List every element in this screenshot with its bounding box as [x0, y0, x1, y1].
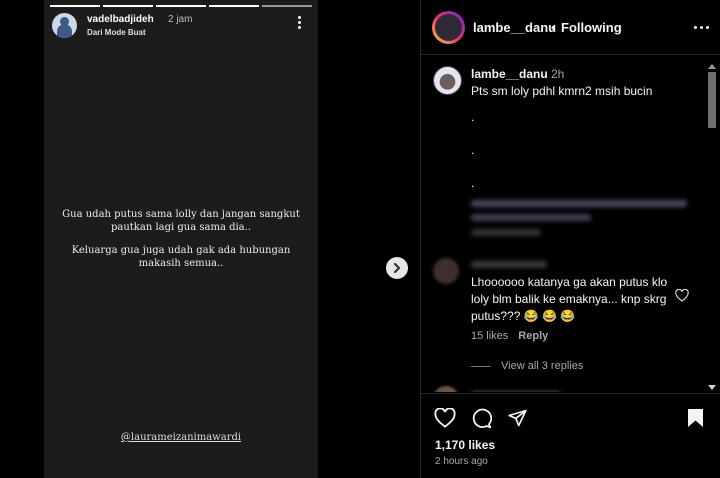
action-bar: 1,170 likes 2 hours ago	[421, 393, 720, 478]
story-username: vadelbadjideh	[87, 14, 154, 25]
story-paragraph-1: Gua udah putus sama lolly dan jangan san…	[62, 209, 300, 233]
comment-heart-icon[interactable]	[675, 289, 689, 302]
story-screenshot: vadelbadjideh 2 jam Dari Mode Buat Gua u…	[44, 0, 318, 478]
story-time: 2 jam	[168, 14, 193, 25]
story-text: Gua udah putus sama lolly dan jangan san…	[54, 208, 308, 280]
post-media: vadelbadjideh 2 jam Dari Mode Buat Gua u…	[0, 0, 420, 478]
caption-text: Pts sm loly pdhl kmrn2 msih bucin	[471, 84, 653, 98]
author-username[interactable]: lambe__danu	[473, 20, 556, 35]
comment-meta: 15 likes Reply	[471, 330, 548, 342]
caption-username[interactable]: lambe__danu	[471, 67, 548, 81]
scroll-down-arrow[interactable]	[708, 385, 716, 390]
reply-button[interactable]: Reply	[518, 330, 548, 342]
caption-avatar[interactable]	[433, 66, 462, 95]
chevron-right-icon	[393, 262, 401, 274]
caption-time: 2h	[551, 67, 565, 81]
view-replies-button[interactable]: View all 3 replies	[501, 360, 583, 372]
commenter-avatar[interactable]	[433, 258, 459, 284]
story-paragraph-2: Keluarga gua juga udah gak ada hubungan …	[71, 245, 291, 269]
following-button[interactable]: Following	[561, 20, 622, 35]
header-separator: •	[551, 20, 556, 35]
view-replies-line	[471, 366, 491, 367]
scroll-up-arrow[interactable]	[708, 64, 716, 69]
scroll-thumb[interactable]	[708, 72, 716, 128]
next-commenter-avatar[interactable]	[433, 386, 459, 392]
comment-text: Lhoooooo katanya ga akan putus klo loly …	[471, 275, 668, 323]
likes-count[interactable]: 1,170 likes	[435, 438, 495, 452]
comments-list[interactable]: lambe__danu 2h Pts sm loly pdhl kmrn2 ms…	[421, 56, 720, 392]
story-mention: @laurameizanimawardi	[120, 432, 242, 443]
author-avatar[interactable]	[432, 11, 465, 44]
more-options-icon[interactable]	[694, 26, 709, 29]
post-side-panel: lambe__danu • Following lambe__danu 2h P…	[420, 0, 720, 478]
posted-time: 2 hours ago	[435, 456, 488, 467]
post-header: lambe__danu • Following	[421, 0, 720, 55]
comment-likes[interactable]: 15 likes	[471, 330, 508, 342]
heart-icon[interactable]	[434, 408, 456, 428]
comment-icon[interactable]	[471, 408, 492, 429]
bookmark-icon[interactable]	[687, 408, 704, 428]
comments-scrollbar[interactable]	[707, 64, 717, 392]
story-more-icon	[294, 15, 304, 31]
next-media-button[interactable]	[386, 257, 408, 279]
story-avatar	[52, 13, 77, 38]
caption-dots: . . .	[471, 110, 475, 190]
paper-plane-icon[interactable]	[507, 408, 528, 428]
story-progress-bars	[50, 5, 312, 7]
story-header: vadelbadjideh 2 jam Dari Mode Buat	[52, 13, 310, 43]
story-subtitle: Dari Mode Buat	[87, 28, 146, 37]
